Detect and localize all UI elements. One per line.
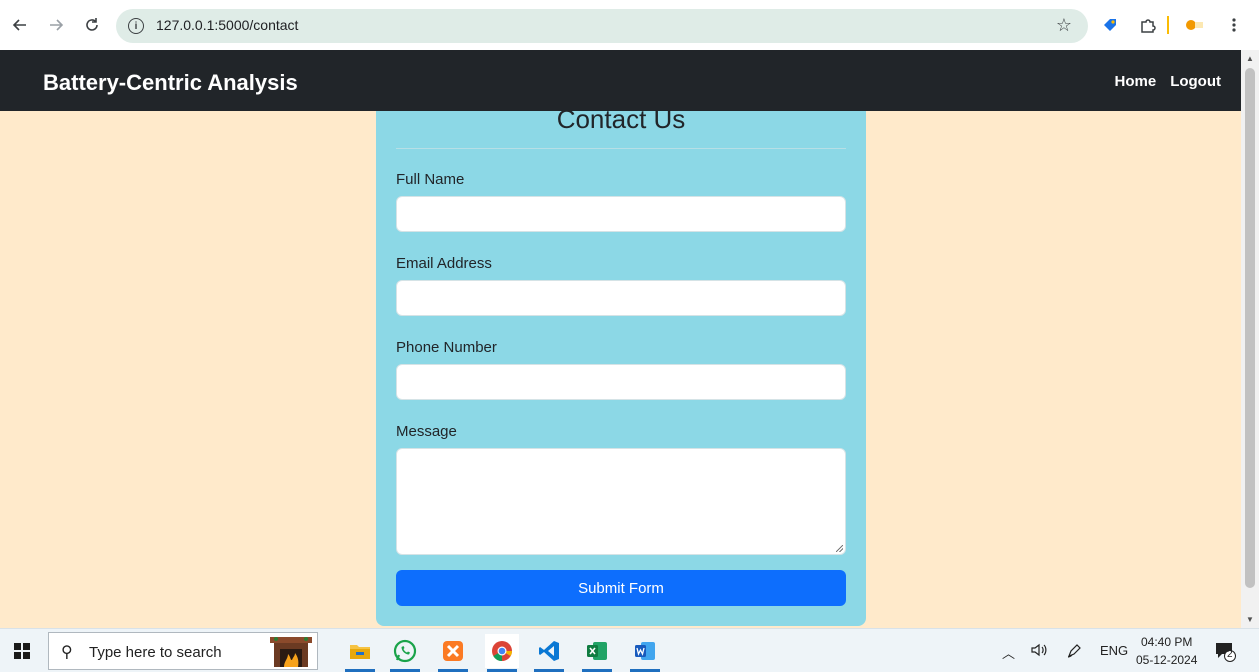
file-explorer-icon[interactable] — [343, 634, 377, 672]
clock-time: 04:40 PM — [1141, 635, 1193, 649]
contact-card: Contact Us Full Name Email Address Phone… — [376, 94, 866, 626]
extensions-puzzle-icon[interactable] — [1136, 13, 1160, 37]
address-bar[interactable]: i 127.0.0.1:5000/contact ☆ — [116, 9, 1088, 43]
search-placeholder: Type here to search — [89, 644, 222, 661]
profile-avatar[interactable] — [1182, 13, 1206, 37]
message-textarea[interactable] — [396, 448, 846, 555]
language-indicator[interactable]: ENG — [1100, 643, 1128, 658]
phone-label: Phone Number — [396, 339, 497, 356]
notification-center-icon[interactable]: 2 — [1214, 640, 1236, 662]
scrollbar-thumb[interactable] — [1245, 68, 1255, 588]
title-divider — [396, 148, 846, 149]
toolbar-divider — [1166, 13, 1170, 37]
email-input[interactable] — [396, 280, 846, 316]
page-viewport: Contact Us Full Name Email Address Phone… — [0, 50, 1241, 628]
word-icon[interactable] — [628, 634, 662, 672]
scroll-up-icon[interactable]: ▲ — [1246, 54, 1254, 63]
excel-icon[interactable] — [580, 634, 614, 672]
search-icon: ⚲ — [61, 644, 73, 661]
extension-tag-icon[interactable] — [1098, 13, 1122, 37]
fireplace-widget-icon[interactable] — [268, 635, 314, 667]
full-name-label: Full Name — [396, 171, 465, 188]
nav-home-link[interactable]: Home — [1115, 73, 1157, 90]
full-name-input[interactable] — [396, 196, 846, 232]
speaker-icon[interactable] — [1030, 643, 1048, 660]
message-label: Message — [396, 423, 457, 440]
whatsapp-icon[interactable] — [388, 634, 422, 672]
bookmark-star-icon[interactable]: ☆ — [1056, 15, 1072, 36]
windows-taskbar: ⚲ Type here to search ︿ ENG 04:40 PM 05-… — [0, 628, 1259, 672]
browser-menu-icon[interactable] — [1222, 13, 1246, 37]
tray-chevron-icon[interactable]: ︿ — [1002, 643, 1015, 662]
email-label: Email Address — [396, 255, 492, 272]
submit-button[interactable]: Submit Form — [396, 570, 846, 606]
clock-date: 05-12-2024 — [1136, 653, 1198, 667]
taskbar-clock[interactable]: 04:40 PM 05-12-2024 — [1136, 633, 1197, 669]
brand-title[interactable]: Battery-Centric Analysis — [43, 70, 298, 96]
pen-input-icon[interactable] — [1066, 643, 1082, 662]
scroll-down-icon[interactable]: ▼ — [1246, 615, 1254, 624]
phone-input[interactable] — [396, 364, 846, 400]
url-text[interactable]: 127.0.0.1:5000/contact — [156, 17, 298, 33]
browser-toolbar: i 127.0.0.1:5000/contact ☆ — [0, 0, 1259, 50]
xampp-icon[interactable] — [436, 634, 470, 672]
notification-count: 2 — [1227, 649, 1233, 660]
resize-handle-icon[interactable] — [836, 545, 843, 552]
nav-links: Home Logout — [1115, 73, 1222, 90]
top-navbar: Battery-Centric Analysis Home Logout — [0, 50, 1241, 111]
site-info-icon[interactable]: i — [128, 18, 144, 34]
forward-icon[interactable] — [44, 13, 68, 37]
back-icon[interactable] — [8, 13, 32, 37]
nav-logout-link[interactable]: Logout — [1170, 73, 1221, 90]
chrome-icon[interactable] — [485, 634, 519, 672]
page-scrollbar[interactable]: ▲ ▼ — [1241, 50, 1259, 628]
windows-start-icon[interactable] — [14, 643, 30, 659]
reload-icon[interactable] — [80, 13, 104, 37]
vscode-icon[interactable] — [532, 634, 566, 672]
